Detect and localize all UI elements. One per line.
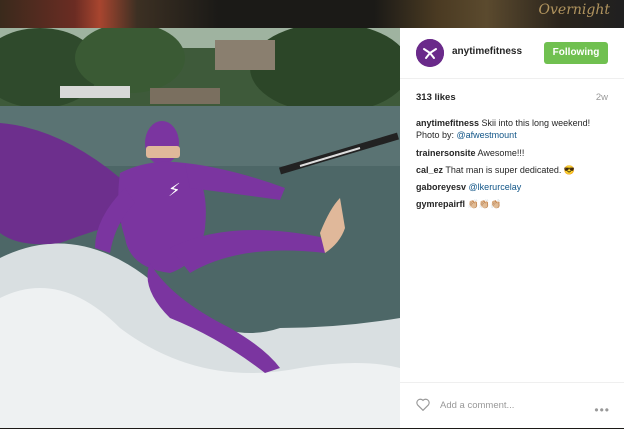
post-header: anytimefitness Following bbox=[400, 28, 624, 79]
comment: gaboreyesv @lkerurcelay bbox=[416, 181, 612, 193]
svg-text:⚡: ⚡ bbox=[168, 180, 181, 201]
comment-mention[interactable]: @afwestmount bbox=[457, 130, 517, 140]
comment: gymrepairfl 👏🏼👏🏼👏🏼 bbox=[416, 198, 612, 210]
likes-count[interactable]: 313 likes bbox=[416, 92, 456, 103]
post-photo: ⚡ bbox=[0, 28, 400, 428]
following-button[interactable]: Following bbox=[544, 42, 608, 64]
heart-icon[interactable] bbox=[416, 398, 430, 416]
comments-list: anytimefitness Skii into this long weeke… bbox=[416, 117, 612, 216]
post-timestamp[interactable]: 2w bbox=[596, 92, 608, 103]
background-page-strip: Overnight bbox=[0, 0, 624, 28]
more-options-icon[interactable]: ••• bbox=[594, 403, 610, 417]
comment-text: Awesome!!! bbox=[475, 147, 525, 158]
comment-username[interactable]: cal_ez bbox=[416, 165, 443, 175]
post-sidebar: anytimefitness Following 313 likes 2w an… bbox=[400, 28, 624, 428]
add-comment-input[interactable]: Add a comment... bbox=[440, 400, 514, 411]
comment-mention[interactable]: @lkerurcelay bbox=[469, 182, 522, 192]
comment: cal_ez That man is super dedicated. 😎 bbox=[416, 164, 612, 176]
post-stats: 313 likes 2w bbox=[416, 92, 608, 106]
avatar[interactable] bbox=[416, 39, 444, 67]
comment-username[interactable]: gymrepairfl bbox=[416, 199, 465, 209]
anytime-fitness-logo bbox=[416, 39, 444, 67]
comment-username[interactable]: gaboreyesv bbox=[416, 182, 466, 192]
comment: anytimefitness Skii into this long weeke… bbox=[416, 117, 612, 142]
comment-bar: Add a comment... ••• bbox=[400, 382, 624, 429]
comment: trainersonsite Awesome!!! bbox=[416, 147, 612, 159]
background-script-text: Overnight bbox=[538, 2, 610, 18]
comment-username[interactable]: trainersonsite bbox=[416, 148, 476, 158]
comment-text: 👏🏼👏🏼👏🏼 bbox=[465, 199, 502, 210]
comment-username[interactable]: anytimefitness bbox=[416, 118, 479, 128]
post-username[interactable]: anytimefitness bbox=[452, 46, 522, 57]
comment-text: That man is super dedicated. 😎 bbox=[443, 164, 576, 175]
